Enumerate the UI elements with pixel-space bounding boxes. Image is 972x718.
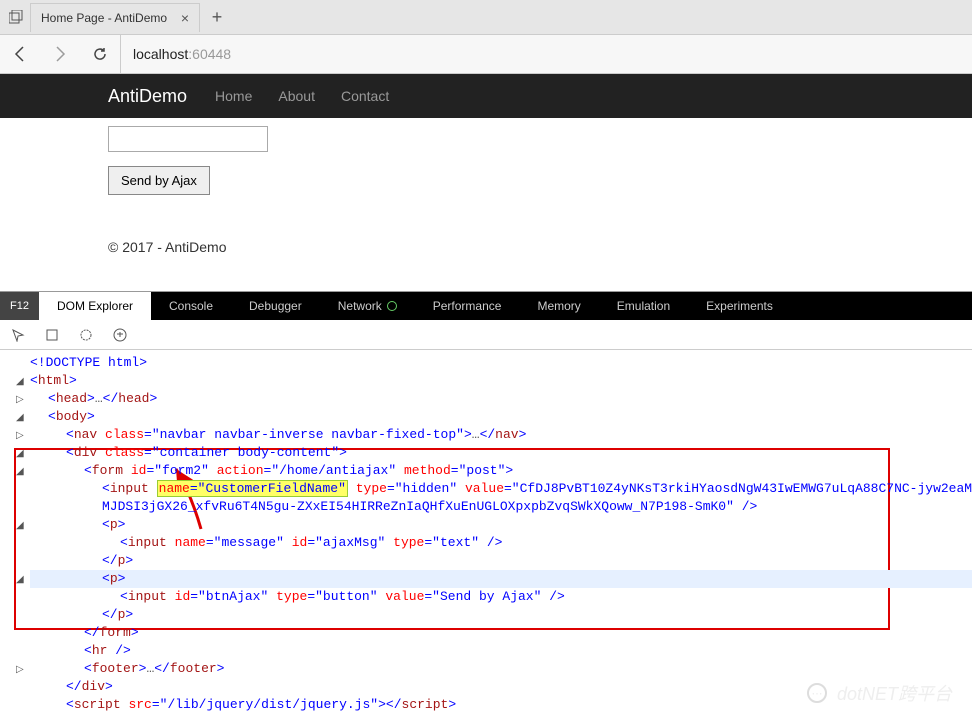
forward-button[interactable] [40,34,80,74]
browser-chrome: Home Page - AntiDemo × + localhost:60448 [0,0,972,74]
dom-line[interactable]: <input id="btnAjax" type="button" value=… [30,588,972,606]
dom-explorer: <!DOCTYPE html> ◢<html> ▷<head>…</head> … [0,350,972,718]
tab-console[interactable]: Console [151,292,231,320]
expand-icon[interactable]: ▷ [16,392,24,410]
dom-line[interactable]: ◢<div class="container body-content"> [30,444,972,462]
dom-line[interactable]: <input name="CustomerFieldName" type="hi… [30,480,972,498]
expand-icon[interactable]: ▷ [16,428,24,446]
expand-icon[interactable]: ◢ [16,464,24,482]
tab-experiments[interactable]: Experiments [688,292,791,320]
expand-icon[interactable]: ◢ [16,374,24,392]
url-port: :60448 [188,46,231,62]
dom-line[interactable]: <hr /> [30,642,972,660]
dom-line[interactable]: </form> [30,624,972,642]
message-input[interactable] [108,126,268,152]
dom-line[interactable]: ◢<body> [30,408,972,426]
url-host: localhost [133,46,188,62]
f12-badge: F12 [0,292,39,320]
dom-line[interactable]: </p> [30,606,972,624]
tab-bar: Home Page - AntiDemo × + [0,0,972,34]
dom-line[interactable]: ▷<head>…</head> [30,390,972,408]
highlight-icon[interactable] [44,327,60,343]
dom-tree[interactable]: <!DOCTYPE html> ◢<html> ▷<head>…</head> … [0,350,972,718]
tab-performance[interactable]: Performance [415,292,520,320]
devtools-toolbar [0,320,972,350]
dom-line[interactable]: MJDSI3jGX26_xfvRu6T4N5gu-ZXxEI54HIRReZnI… [30,498,972,516]
devtools-panel: F12 DOM Explorer Console Debugger Networ… [0,291,972,718]
expand-icon[interactable]: ◢ [16,572,24,590]
expand-icon[interactable]: ◢ [16,410,24,428]
record-indicator-icon [387,301,397,311]
refresh-button[interactable] [80,34,120,74]
dom-line-selected[interactable]: ◢<p> [30,570,972,588]
tab-title: Home Page - AntiDemo [41,11,171,25]
site-navbar: AntiDemo Home About Contact [0,74,972,118]
back-button[interactable] [0,34,40,74]
new-tab-button[interactable]: + [200,7,234,28]
dom-line[interactable]: ▷<nav class="navbar navbar-inverse navba… [30,426,972,444]
expand-icon[interactable]: ▷ [16,662,24,680]
expand-icon[interactable]: ◢ [16,518,24,536]
nav-home[interactable]: Home [215,88,252,104]
page-body: Send by Ajax © 2017 - AntiDemo [0,118,972,255]
brand[interactable]: AntiDemo [108,86,187,107]
expand-icon[interactable]: ◢ [16,446,24,464]
navigation-bar: localhost:60448 [0,34,972,74]
tab-network-label: Network [338,299,382,313]
tab-emulation[interactable]: Emulation [599,292,688,320]
send-ajax-button[interactable]: Send by Ajax [108,166,210,195]
nav-about[interactable]: About [278,88,315,104]
tab-dom-explorer[interactable]: DOM Explorer [39,292,151,320]
select-element-icon[interactable] [10,327,26,343]
accessibility-icon[interactable] [112,327,128,343]
close-tab-icon[interactable]: × [181,10,189,26]
dom-line[interactable]: ◢<p> [30,516,972,534]
page-footer: © 2017 - AntiDemo [108,239,972,255]
dom-line[interactable]: </p> [30,552,972,570]
devtools-tabs: F12 DOM Explorer Console Debugger Networ… [0,292,972,320]
page-content: AntiDemo Home About Contact Send by Ajax… [0,74,972,255]
tab-network[interactable]: Network [320,292,415,320]
dom-line[interactable]: ◢<form id="form2" action="/home/antiajax… [30,462,972,480]
tab-debugger[interactable]: Debugger [231,292,320,320]
dom-line[interactable]: ▷<footer>…</footer> [30,660,972,678]
window-tabs-icon[interactable] [6,7,26,27]
color-picker-icon[interactable] [78,327,94,343]
dom-line[interactable]: </div> [30,678,972,696]
tab-memory[interactable]: Memory [519,292,598,320]
highlighted-attribute: name="CustomerFieldName" [157,480,348,497]
browser-tab[interactable]: Home Page - AntiDemo × [30,3,200,32]
dom-line[interactable]: ◢<html> [30,372,972,390]
dom-line[interactable]: <script src="/lib/jquery/dist/jquery.js"… [30,696,972,714]
nav-contact[interactable]: Contact [341,88,389,104]
dom-line[interactable]: <!DOCTYPE html> [30,354,972,372]
address-bar[interactable]: localhost:60448 [120,35,972,73]
dom-line[interactable]: <input name="message" id="ajaxMsg" type=… [30,534,972,552]
